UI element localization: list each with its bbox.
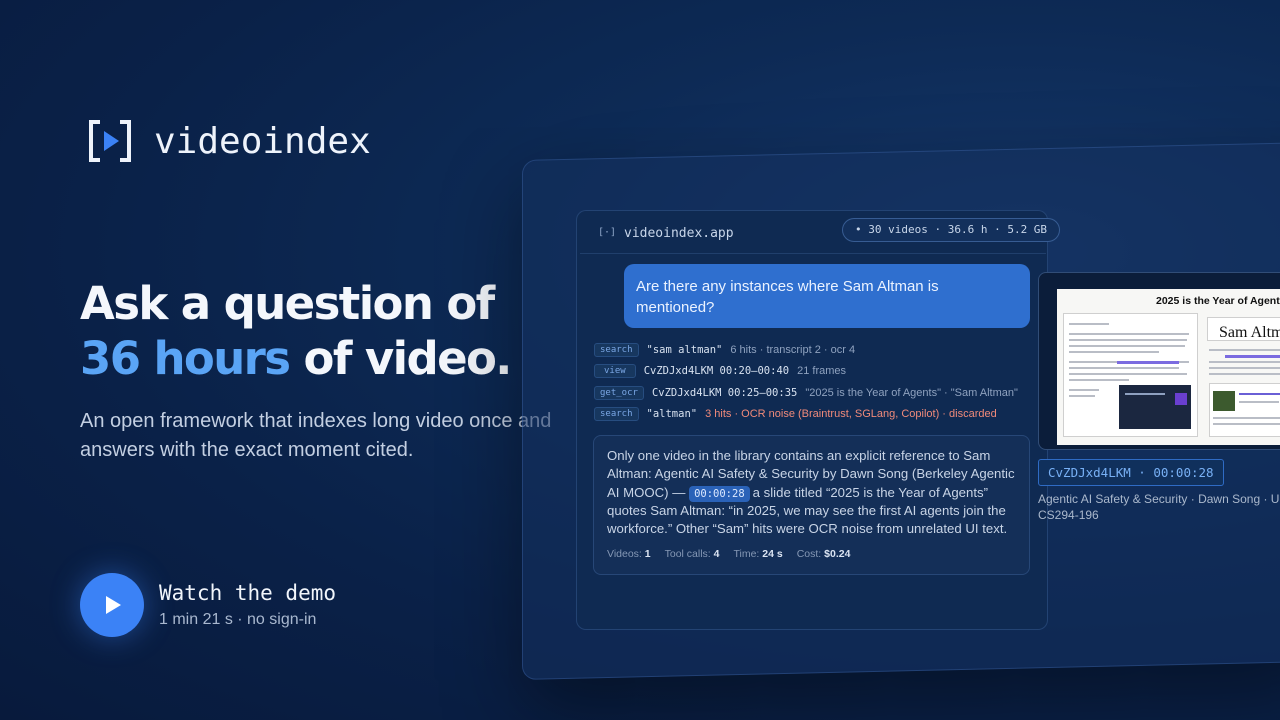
brand-name: videoindex (154, 120, 371, 162)
play-icon[interactable] (80, 573, 144, 637)
tool-argument: "altman" (646, 408, 698, 420)
tool-result-meta: 21 frames (797, 365, 847, 377)
demo-subtitle: 1 min 21 s · no sign-in (159, 611, 317, 628)
hero-subtitle: An open framework that indexes long vide… (80, 410, 552, 461)
tool-result-meta: "2025 is the Year of Agents" · "Sam Altm… (805, 387, 1018, 399)
tool-name: search (594, 407, 639, 421)
timestamp-citation-chip[interactable]: CvZDJxd4LKM · 00:00:28 (1038, 459, 1224, 486)
answer-card: Only one video in the library contains a… (593, 435, 1030, 575)
stat-videos: Videos: 1 (607, 548, 651, 561)
timestamp-link[interactable]: 00:00:28 (689, 485, 750, 502)
demo-title: Watch the demo (159, 581, 337, 605)
slide-title: 2025 is the Year of Agents (1156, 295, 1280, 307)
stat-time: Time: 24 s (733, 548, 783, 561)
stat-cost: Cost: $0.24 (796, 548, 851, 561)
hero-headline: Ask a question of 36 hours of video. (80, 276, 513, 386)
tool-call-row: search "sam altman" 6 hits · transcript … (594, 342, 855, 358)
answer-text: Only one video in the library contains a… (607, 447, 1016, 538)
headline-accent: 36 hours (80, 332, 291, 385)
tool-result-meta: 6 hits · transcript 2 · ocr 4 (730, 344, 856, 356)
headline-line-2: 36 hours of video. (80, 331, 513, 386)
tool-name: view (594, 364, 636, 378)
tool-call-row: view CvZDJxd4LKM 00:20–00:40 21 frames (594, 363, 846, 379)
video-caption-course: CS294-196 (1038, 508, 1099, 522)
tool-name: search (594, 343, 639, 357)
slide-thumbnail: 2025 is the Year of Agents Sam Altma (1057, 289, 1280, 445)
answer-stats: Videos: 1 Tool calls: 4 Time: 24 s Cost:… (607, 548, 1016, 560)
watch-demo-button[interactable]: Watch the demo 1 min 21 s · no sign-in (80, 573, 336, 637)
headline-rest: of video. (289, 332, 513, 385)
slide-inset-card (1119, 385, 1191, 429)
tool-argument: CvZDJxd4LKM 00:20–00:40 (643, 365, 790, 377)
demo-text: Watch the demo 1 min 21 s · no sign-in (159, 581, 336, 629)
bracket-play-icon (88, 120, 132, 162)
tool-argument: CvZDJxd4LKM 00:25–00:35 (651, 387, 798, 399)
tool-call-row: search "altman" 3 hits · OCR noise (Brai… (594, 406, 997, 422)
tool-name: get_ocr (594, 386, 644, 400)
tool-result-meta: 3 hits · OCR noise (Braintrust, SGLang, … (705, 408, 997, 420)
video-caption: Agentic AI Safety & Security · Dawn Song… (1038, 491, 1280, 523)
app-title: videoindex.app (624, 226, 734, 241)
headline-line-1: Ask a question of (80, 277, 495, 330)
tool-call-row: get_ocr CvZDJxd4LKM 00:25–00:35 "2025 is… (594, 385, 1018, 401)
slide-quote-name: Sam Altma (1219, 324, 1280, 341)
app-logo-icon: [·] (598, 227, 617, 238)
user-question-bubble: Are there any instances where Sam Altman… (624, 264, 1030, 328)
library-stats-badge: • 30 videos · 36.6 h · 5.2 GB (842, 218, 1061, 242)
brand-logo[interactable]: videoindex (88, 120, 371, 162)
video-frame-preview[interactable]: 2025 is the Year of Agents Sam Altma (1038, 272, 1280, 450)
stat-tool-calls: Tool calls: 4 (664, 548, 720, 561)
tool-argument: "sam altman" (646, 344, 723, 356)
video-caption-title: Agentic AI Safety & Security · Dawn Song… (1038, 492, 1280, 506)
